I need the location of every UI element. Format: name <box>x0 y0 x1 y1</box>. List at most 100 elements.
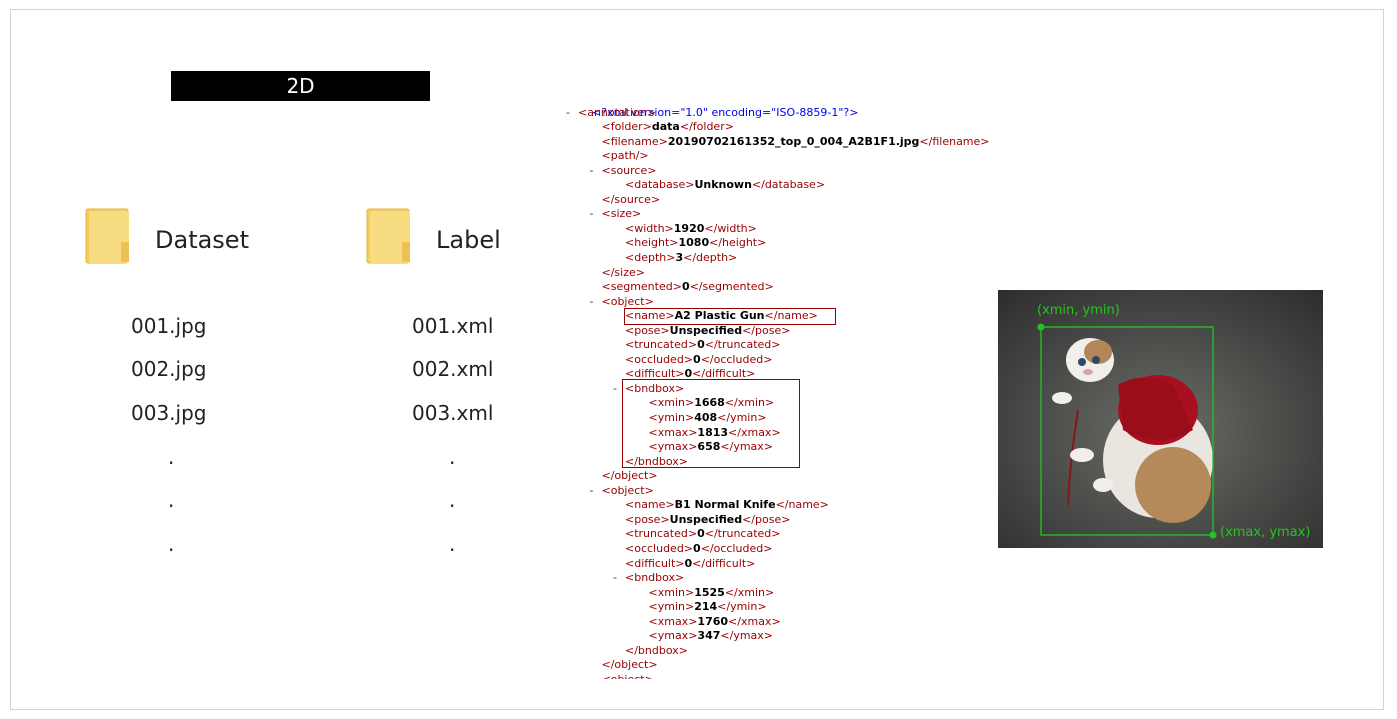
xml-open-tag: </object> <box>601 658 658 672</box>
xml-open-tag: <filename> <box>601 134 668 148</box>
xml-open-tag: <segmented> <box>601 280 682 294</box>
ellipsis-dot: . <box>449 532 456 556</box>
xml-close-tag: </width> <box>704 221 757 235</box>
xml-line: <height>1080</height> <box>564 236 1004 251</box>
bndbox-highlight-box <box>622 379 800 468</box>
bbox-example-image <box>998 290 1323 548</box>
file-item: 001.jpg <box>131 314 207 338</box>
xml-declaration: <?xml version="1.0" encoding="ISO-8859-1… <box>592 105 859 119</box>
xml-line: </object> <box>564 469 1004 484</box>
xml-open-tag: </source> <box>601 192 661 206</box>
collapse-toggle-icon[interactable]: - <box>590 207 594 222</box>
xml-line: </size> <box>564 266 1004 281</box>
xml-value: Unspecified <box>669 323 743 337</box>
xml-value: B1 Normal Knife <box>674 498 776 512</box>
xml-open-tag: <occluded> <box>625 541 694 555</box>
xml-close-tag: </filename> <box>919 134 990 148</box>
collapse-toggle-icon[interactable]: - <box>590 295 594 310</box>
name-highlight-box <box>624 308 836 325</box>
ellipsis-dot: . <box>168 532 175 556</box>
xml-open-tag: <name> <box>625 498 675 512</box>
xml-line: <folder>data</folder> <box>564 120 1004 135</box>
xml-open-tag: <size> <box>601 207 642 221</box>
xml-line: <name>B1 Normal Knife</name> <box>564 498 1004 513</box>
bbox-top-left-label: (xmin, ymin) <box>1037 303 1120 318</box>
xml-close-tag: </folder> <box>679 120 734 134</box>
xml-line: <pose>Unspecified</pose> <box>564 513 1004 528</box>
xml-close-tag: </segmented> <box>689 280 774 294</box>
xml-value: 1760 <box>697 614 729 628</box>
xml-line: <difficult>0</difficult> <box>564 557 1004 572</box>
xml-open-tag: <source> <box>601 163 657 177</box>
xml-close-tag: </xmin> <box>724 585 775 599</box>
xml-line: <ymax>347</ymax> <box>564 629 1004 644</box>
folder-icon <box>366 208 410 264</box>
xml-open-tag: <occluded> <box>625 352 694 366</box>
xml-value: data <box>651 120 680 134</box>
xml-value: 347 <box>697 629 721 643</box>
xml-value: 1525 <box>694 585 725 599</box>
xml-open-tag: </bndbox> <box>625 643 688 657</box>
xml-line: <width>1920</width> <box>564 222 1004 237</box>
xml-value: 0 <box>693 352 701 366</box>
file-item: 002.xml <box>412 357 494 381</box>
xml-close-tag: </xmax> <box>728 614 781 628</box>
xml-line: <depth>3</depth> <box>564 251 1004 266</box>
folder-label-label: Label <box>436 226 501 254</box>
xml-open-tag: <height> <box>625 236 679 250</box>
xml-value: Unknown <box>694 178 752 192</box>
xml-open-tag: </size> <box>601 265 645 279</box>
xml-line: <occluded>0</occluded> <box>564 542 1004 557</box>
xml-open-tag: <path/> <box>601 149 649 163</box>
xml-line: </bndbox> <box>564 644 1004 659</box>
collapse-toggle-icon[interactable]: - <box>613 571 617 586</box>
xml-open-tag: <object> <box>601 294 654 308</box>
file-item: 001.xml <box>412 314 494 338</box>
xml-value: 3 <box>675 251 684 265</box>
xml-close-tag: </pose> <box>742 512 791 526</box>
xml-close-tag: </depth> <box>683 251 738 265</box>
xml-open-tag: <difficult> <box>625 556 685 570</box>
collapse-toggle-icon[interactable]: - <box>613 382 617 397</box>
xml-open-tag: <object> <box>602 673 654 679</box>
xml-line: <segmented>0</segmented> <box>564 280 1004 295</box>
xml-open-tag: <depth> <box>625 251 676 265</box>
xml-value: 20190702161352_top_0_004_A2B1F1.jpg <box>667 134 920 148</box>
xml-value: 0 <box>697 527 705 541</box>
xml-close-tag: </ymax> <box>720 629 774 643</box>
xml-open-tag: <database> <box>625 178 695 192</box>
xml-close-tag: </database> <box>751 178 826 192</box>
xml-close-tag: </height> <box>709 236 767 250</box>
xml-value: 0 <box>693 541 701 555</box>
xml-value: 1920 <box>673 221 705 235</box>
xml-close-tag: </name> <box>775 498 829 512</box>
xml-open-tag: <ymin> <box>648 600 695 614</box>
xml-line: <object> <box>564 673 1004 679</box>
xml-line: <filename>20190702161352_top_0_004_A2B1F… <box>564 135 1004 150</box>
xml-line: </object> <box>564 658 1004 673</box>
xml-line: - <size> <box>564 207 1004 222</box>
xml-line: <path/> <box>564 149 1004 164</box>
xml-close-tag: </occluded> <box>700 541 773 555</box>
collapse-toggle-icon[interactable]: - <box>590 164 594 179</box>
file-item: 003.jpg <box>131 401 207 425</box>
xml-close-tag: </truncated> <box>704 338 781 352</box>
xml-open-tag: <pose> <box>625 512 670 526</box>
xml-line: <database>Unknown</database> <box>564 178 1004 193</box>
xml-line: <xmax>1760</xmax> <box>564 615 1004 630</box>
xml-open-tag: <xmax> <box>648 614 698 628</box>
xml-open-tag: <width> <box>625 221 674 235</box>
xml-close-tag: </occluded> <box>700 352 773 366</box>
xml-value: Unspecified <box>669 512 743 526</box>
collapse-toggle-icon[interactable]: - <box>566 106 570 121</box>
xml-value: 214 <box>694 600 718 614</box>
xml-open-tag: <object> <box>601 483 654 497</box>
bbox-bottom-right-label: (xmax, ymax) <box>1220 525 1311 540</box>
xml-open-tag: <folder> <box>601 120 652 134</box>
xml-close-tag: </pose> <box>742 323 791 337</box>
collapse-toggle-icon[interactable]: - <box>590 484 594 499</box>
xml-close-tag: </difficult> <box>692 556 756 570</box>
ellipsis-dot: . <box>168 445 175 469</box>
xml-open-tag: <pose> <box>625 323 670 337</box>
xml-line: - <annotation> <box>564 106 1004 121</box>
